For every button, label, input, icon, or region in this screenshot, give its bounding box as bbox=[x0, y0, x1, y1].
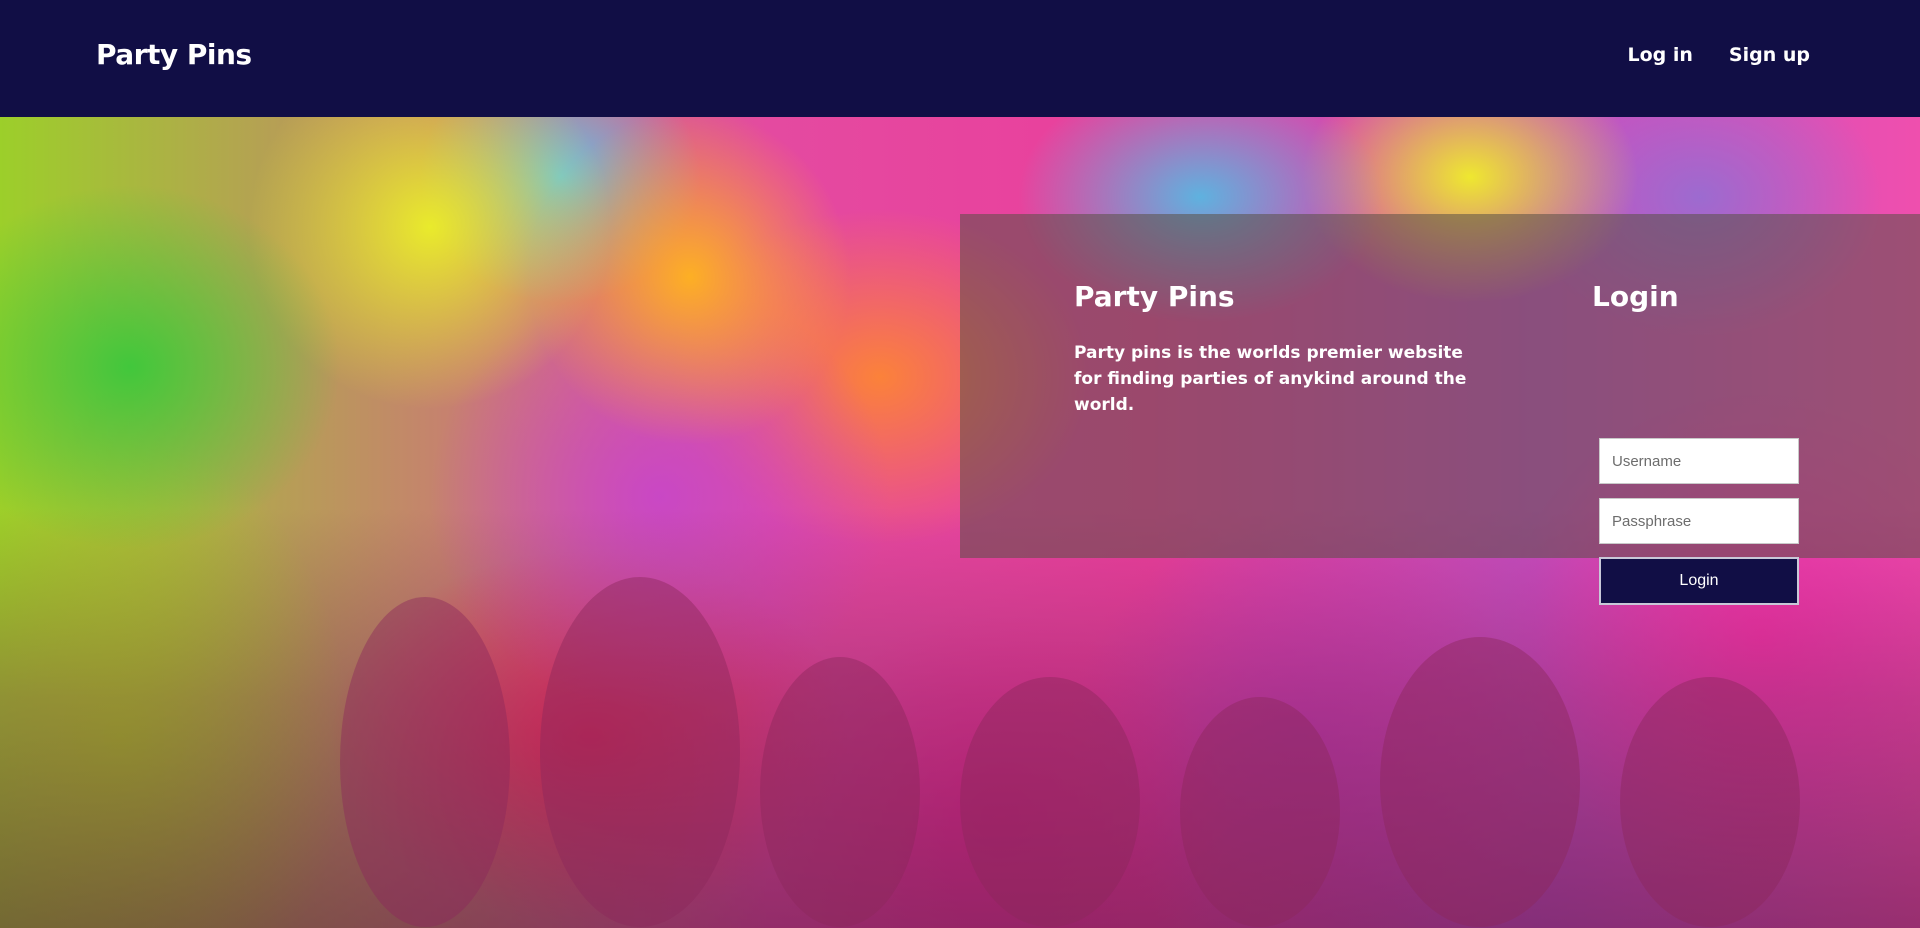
crowd-figure bbox=[1620, 677, 1800, 927]
nav-signup-link[interactable]: Sign up bbox=[1729, 44, 1810, 66]
hero-background-image: Party Pins Party pins is the worlds prem… bbox=[0, 117, 1920, 928]
info-login-panel: Party Pins Party pins is the worlds prem… bbox=[960, 214, 1920, 605]
nav-login-link[interactable]: Log in bbox=[1628, 44, 1693, 66]
site-description: Party pins is the worlds premier website… bbox=[1074, 343, 1467, 415]
top-navbar: Party Pins Log in Sign up bbox=[0, 0, 1920, 117]
crowd-figure bbox=[340, 597, 510, 927]
crowd-figure bbox=[1180, 697, 1340, 927]
crowd-figure bbox=[760, 657, 920, 927]
login-heading: Login bbox=[1592, 280, 1679, 313]
site-title: Party Pins bbox=[1074, 280, 1235, 313]
crowd-figure bbox=[540, 577, 740, 927]
crowd-figure bbox=[960, 677, 1140, 927]
nav-links: Log in Sign up bbox=[1628, 44, 1811, 66]
username-input[interactable] bbox=[1599, 438, 1799, 484]
passphrase-input[interactable] bbox=[1599, 498, 1799, 544]
brand-logo-link[interactable]: Party Pins bbox=[96, 38, 252, 71]
login-button[interactable]: Login bbox=[1599, 557, 1799, 605]
crowd-figure bbox=[1380, 637, 1580, 927]
